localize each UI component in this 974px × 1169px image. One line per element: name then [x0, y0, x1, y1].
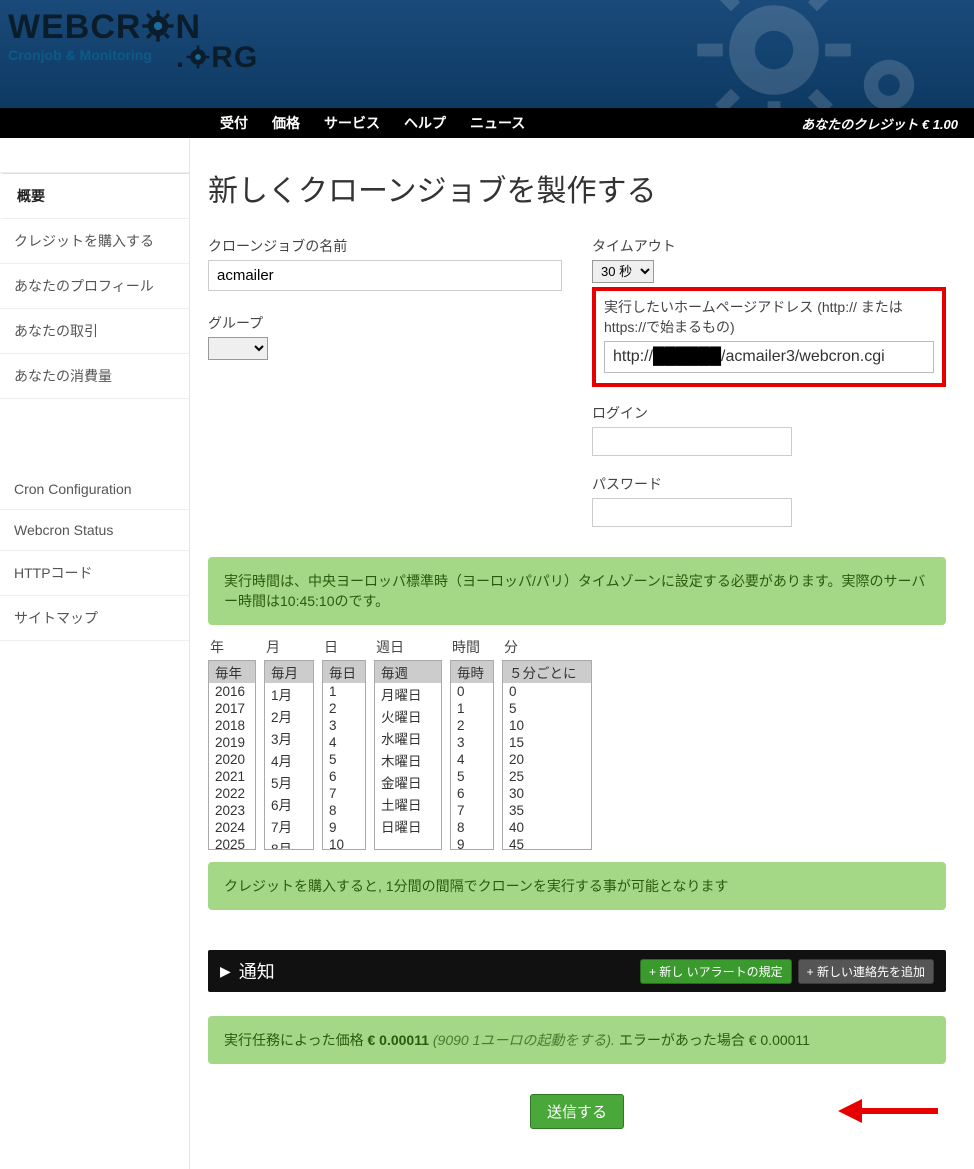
login-input[interactable] — [592, 427, 792, 456]
schedule-grid: 年 毎年 2016 2017 2018 2019 2020 2021 2022 … — [208, 637, 946, 850]
url-label: 実行したいホームページアドレス (http:// または https://で始ま… — [604, 297, 934, 337]
sidebar-transactions[interactable]: あなたの取引 — [0, 309, 189, 354]
logo-org: RG — [211, 41, 258, 75]
sched-wday-label: 週日 — [374, 637, 442, 657]
expand-icon: ▶ — [220, 963, 231, 980]
timeout-select[interactable]: 30 秒 — [592, 260, 654, 283]
login-label: ログイン — [592, 403, 946, 423]
nav-pricing[interactable]: 価格 — [260, 113, 312, 133]
url-input[interactable]: http://██████/acmailer3/webcron.cgi — [604, 341, 934, 373]
add-contact-button[interactable]: + 新しい連絡先を追加 — [798, 959, 934, 984]
sidebar-cron-config[interactable]: Cron Configuration — [0, 469, 189, 510]
group-select[interactable] — [208, 337, 268, 360]
sched-month-label: 月 — [264, 637, 314, 657]
sidebar-webcron-status[interactable]: Webcron Status — [0, 510, 189, 551]
price-notice: 実行任務によった価格 € 0.00011 (9090 1ユーロの起動をする). … — [208, 1016, 946, 1064]
logo[interactable]: WEBCR N Cronjob & Monitoring . RG — [0, 0, 974, 75]
group-label: グループ — [208, 313, 562, 333]
logo-tagline: Cronjob & Monitoring — [8, 47, 152, 63]
gear-icon — [185, 44, 211, 73]
sched-wday-list[interactable]: 毎週 月曜日 火曜日 水曜日 木曜日 金曜日 土曜日 日曜日 — [374, 660, 442, 850]
sched-day-label: 日 — [322, 637, 366, 657]
logo-dot: . — [176, 41, 185, 75]
sched-minute-label: 分 — [502, 637, 592, 657]
sidebar-sitemap[interactable]: サイトマップ — [0, 596, 189, 641]
page-title: 新しくクローンジョブを製作する — [208, 166, 946, 210]
arrow-icon — [838, 1096, 938, 1126]
add-alert-button[interactable]: + 新し いアラートの規定 — [640, 959, 792, 984]
timezone-notice: 実行時間は、中央ヨーロッパ標準時（ヨーロッパ/パリ）タイムゾーンに設定する必要が… — [208, 557, 946, 625]
top-nav: 受付 価格 サービス ヘルプ ニュース あなたのクレジット € 1.00 — [0, 108, 974, 138]
sidebar-http-code[interactable]: HTTPコード — [0, 551, 189, 596]
sidebar-overview[interactable]: 概要 — [0, 173, 189, 219]
password-label: パスワード — [592, 474, 946, 494]
url-suffix: /acmailer3/webcron.cgi — [721, 348, 885, 365]
nav-reception[interactable]: 受付 — [208, 113, 260, 133]
sched-month-list[interactable]: 毎月 1月 2月 3月 4月 5月 6月 7月 8月 9月 — [264, 660, 314, 850]
sched-hour-list[interactable]: 毎時 0 1 2 3 4 5 6 7 8 9 — [450, 660, 494, 850]
sched-day-list[interactable]: 毎日 1 2 3 4 5 6 7 8 9 10 11 — [322, 660, 366, 850]
sidebar: 概要 クレジットを購入する あなたのプロフィール あなたの取引 あなたの消費量 … — [0, 138, 190, 1169]
credit-notice: クレジットを購入すると, 1分間の間隔でクローンを実行する事が可能となります — [208, 862, 946, 910]
notify-title: 通知 — [239, 958, 275, 984]
sidebar-buy-credit[interactable]: クレジットを購入する — [0, 219, 189, 264]
sched-minute-list[interactable]: ５分ごとに 0 5 10 15 20 25 30 35 40 45 50 — [502, 660, 592, 850]
nav-news[interactable]: ニュース — [458, 113, 537, 133]
timeout-label: タイムアウト — [592, 236, 946, 256]
submit-button[interactable]: 送信する — [530, 1094, 624, 1129]
name-label: クローンジョブの名前 — [208, 236, 562, 256]
nav-service[interactable]: サービス — [312, 113, 392, 133]
url-prefix: http:// — [613, 348, 653, 365]
sidebar-consumption[interactable]: あなたの消費量 — [0, 354, 189, 399]
url-redacted: ██████ — [653, 348, 721, 365]
credit-display: あなたのクレジット € 1.00 — [801, 114, 966, 133]
header-banner: WEBCR N Cronjob & Monitoring . RG — [0, 0, 974, 108]
sched-year-list[interactable]: 毎年 2016 2017 2018 2019 2020 2021 2022 20… — [208, 660, 256, 850]
logo-text-part1: WEBCR — [8, 8, 141, 47]
gear-icon — [141, 9, 175, 46]
notify-section-header[interactable]: ▶ 通知 + 新し いアラートの規定 + 新しい連絡先を追加 — [208, 950, 946, 992]
nav-help[interactable]: ヘルプ — [392, 113, 458, 133]
password-input[interactable] — [592, 498, 792, 527]
sidebar-profile[interactable]: あなたのプロフィール — [0, 264, 189, 309]
url-highlight-box: 実行したいホームページアドレス (http:// または https://で始ま… — [592, 287, 946, 387]
sched-hour-label: 時間 — [450, 637, 494, 657]
main-content: 新しくクローンジョブを製作する クローンジョブの名前 グループ タイムアウト 3… — [190, 138, 970, 1169]
sched-year-label: 年 — [208, 637, 256, 657]
name-input[interactable] — [208, 260, 562, 291]
